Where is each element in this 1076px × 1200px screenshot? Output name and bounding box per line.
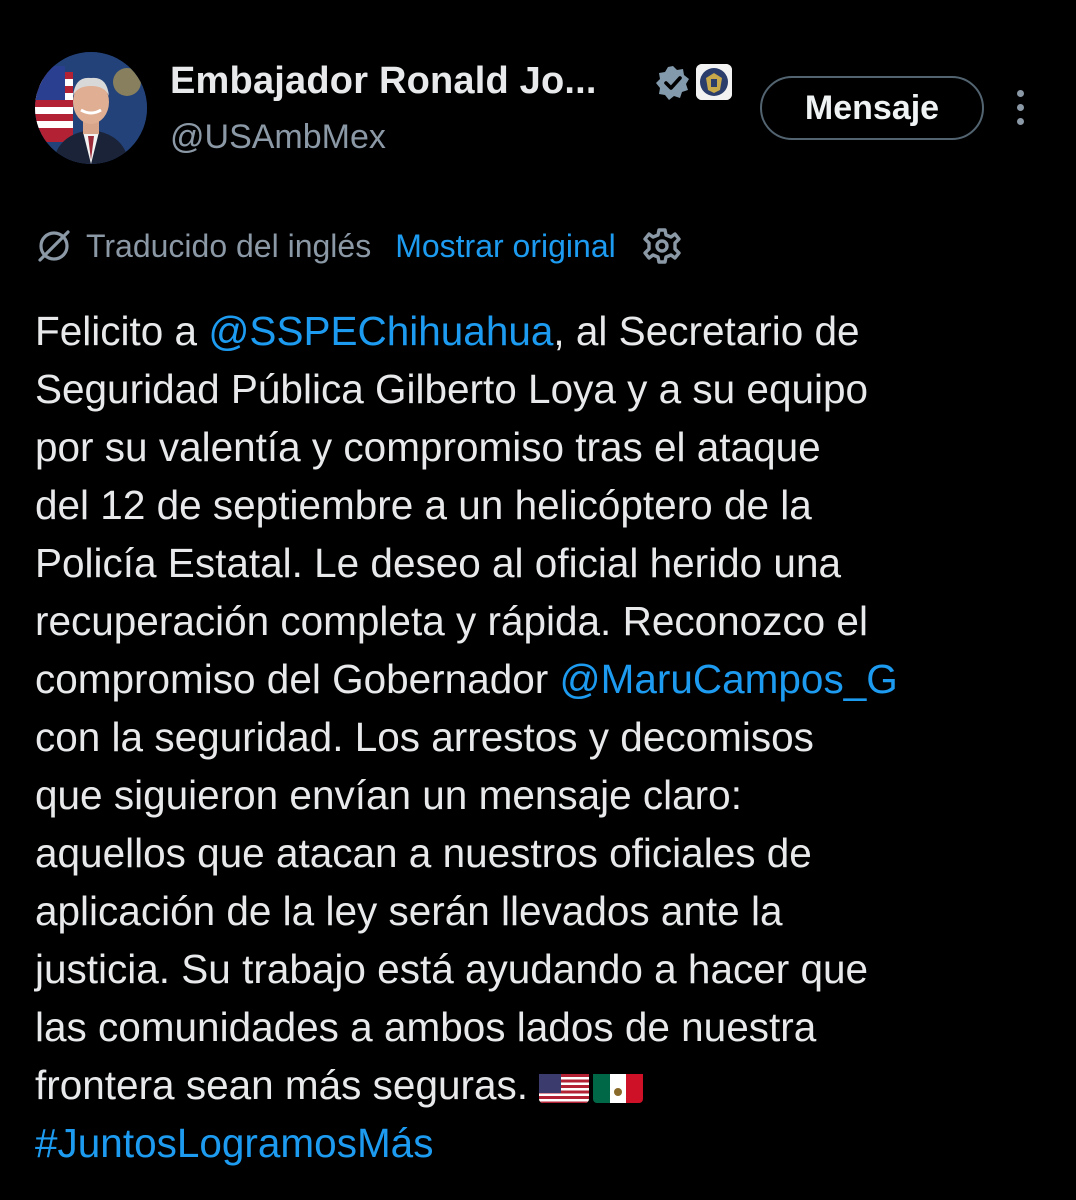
tweet-line: Policía Estatal. Le deseo al oficial her… bbox=[35, 540, 842, 586]
mention-link[interactable]: @SSPEChihuahua bbox=[208, 308, 553, 354]
user-handle[interactable]: @USAmbMex bbox=[170, 118, 386, 157]
us-flag-icon bbox=[539, 1067, 590, 1103]
avatar[interactable] bbox=[35, 52, 147, 164]
more-options-icon[interactable] bbox=[1008, 90, 1032, 130]
show-original-link[interactable]: Mostrar original bbox=[395, 228, 616, 265]
verified-badge-icon bbox=[656, 66, 689, 100]
translation-bar: Traducido del inglés Mostrar original bbox=[36, 222, 682, 270]
tweet-text: Felicito a @SSPEChihuahua, al Secretario… bbox=[35, 302, 1075, 1172]
tweet-line: Felicito a @SSPEChihuahua, al Secretario… bbox=[35, 302, 1075, 360]
tweet-line: compromiso del Gobernador @MaruCampos_G bbox=[35, 650, 1075, 708]
tweet-line: por su valentía y compromiso tras el ata… bbox=[35, 424, 821, 470]
tweet-line: Seguridad Pública Gilberto Loya y a su e… bbox=[35, 366, 869, 412]
tweet-line: justicia. Su trabajo está ayudando a hac… bbox=[35, 946, 869, 992]
tweet-text-segment: Felicito a bbox=[35, 308, 209, 354]
mexico-flag-icon bbox=[593, 1067, 644, 1103]
government-affiliation-icon[interactable] bbox=[696, 64, 732, 100]
hashtag-link[interactable]: #JuntosLogramosMás bbox=[35, 1120, 433, 1166]
tweet-line: que siguieron envían un mensaje claro: bbox=[35, 772, 742, 818]
tweet-line: aplicación de la ley serán llevados ante… bbox=[35, 888, 783, 934]
tweet-line: #JuntosLogramosMás bbox=[35, 1114, 1075, 1172]
mention-link[interactable]: @MaruCampos_G bbox=[560, 656, 898, 702]
tweet-line: frontera sean más seguras. bbox=[35, 1056, 1075, 1114]
translated-label: Traducido del inglés bbox=[86, 227, 372, 264]
tweet-line: recuperación completa y rápida. Reconozc… bbox=[35, 598, 868, 644]
tweet-line: las comunidades a ambos lados de nuestra bbox=[35, 1004, 817, 1050]
tweet-line: del 12 de septiembre a un helicóptero de… bbox=[35, 482, 812, 528]
display-name[interactable]: Embajador Ronald Jo... bbox=[170, 60, 597, 103]
tweet-text-segment: , al Secretario de bbox=[553, 308, 860, 354]
message-button[interactable]: Mensaje bbox=[760, 76, 984, 140]
tweet-line: con la seguridad. Los arrestos y decomis… bbox=[35, 714, 814, 760]
tweet-text-segment: frontera sean más seguras. bbox=[35, 1062, 540, 1108]
translate-icon bbox=[38, 230, 70, 262]
tweet-header: Embajador Ronald Jo... @USAmbMex Mensaje bbox=[0, 0, 1076, 200]
gear-icon[interactable] bbox=[642, 226, 682, 266]
tweet-line: aquellos que atacan a nuestros oficiales… bbox=[35, 830, 812, 876]
tweet-text-segment: compromiso del Gobernador bbox=[35, 656, 560, 702]
